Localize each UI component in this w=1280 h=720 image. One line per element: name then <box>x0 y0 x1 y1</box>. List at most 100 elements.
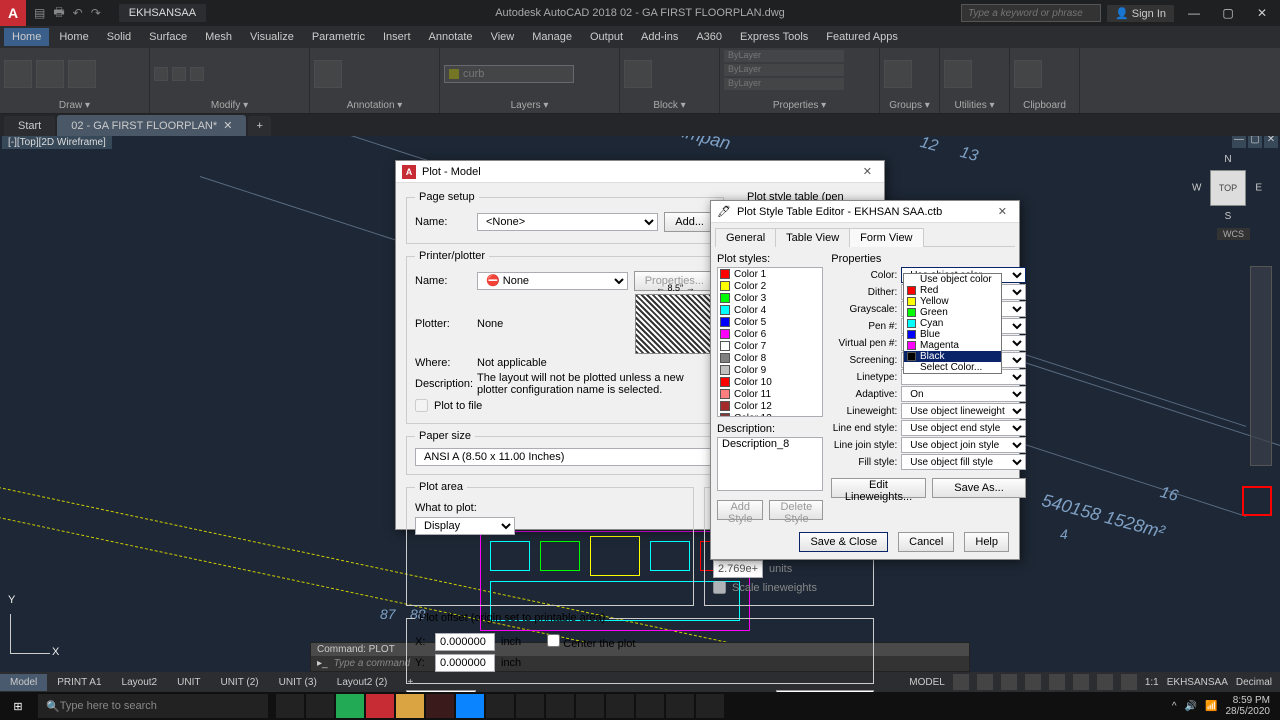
plot-style-item[interactable]: Color 8 <box>718 352 822 364</box>
ribbon-tab[interactable]: Surface <box>141 28 195 46</box>
status-units[interactable]: Decimal <box>1236 677 1272 688</box>
status-icon[interactable] <box>1073 674 1089 690</box>
close-button[interactable]: ✕ <box>1248 3 1276 23</box>
layout-tab[interactable]: PRINT A1 <box>47 674 111 691</box>
file-tab-add[interactable]: + <box>248 116 270 136</box>
signin-button[interactable]: 👤 Sign In <box>1107 5 1174 22</box>
color-option[interactable]: Red <box>904 285 1001 296</box>
save-close-button[interactable]: Save & Close <box>799 532 888 552</box>
ribbon-tab[interactable]: Manage <box>524 28 580 46</box>
color-option[interactable]: Magenta <box>904 340 1001 351</box>
color-option[interactable]: Black <box>904 351 1001 362</box>
ribbon-tab[interactable]: Visualize <box>242 28 302 46</box>
taskbar-app[interactable] <box>486 694 514 718</box>
plot-styles-list[interactable]: Color 1Color 2Color 3Color 4Color 5Color… <box>717 267 823 417</box>
center-plot-check[interactable] <box>547 634 560 647</box>
taskbar-app[interactable] <box>426 694 454 718</box>
color-option[interactable]: Cyan <box>904 318 1001 329</box>
taskbar-app[interactable] <box>306 694 334 718</box>
color-option[interactable]: Yellow <box>904 296 1001 307</box>
color-option[interactable]: Select Color... <box>904 362 1001 373</box>
plot-style-item[interactable]: Color 3 <box>718 292 822 304</box>
color-dropdown[interactable]: Use object colorRedYellowGreenCyanBlueMa… <box>903 273 1002 374</box>
plot-style-item[interactable]: Color 12 <box>718 400 822 412</box>
lineweight-select[interactable]: Use object lineweight <box>901 403 1026 419</box>
taskbar-app[interactable] <box>456 694 484 718</box>
tab-general[interactable]: General <box>715 228 776 247</box>
ribbon-panel-label[interactable]: Groups ▾ <box>884 98 935 113</box>
status-icon[interactable] <box>977 674 993 690</box>
status-icon[interactable] <box>1121 674 1137 690</box>
ribbon-tab[interactable]: Output <box>582 28 631 46</box>
minimize-button[interactable]: — <box>1180 3 1208 23</box>
qat-icon[interactable]: ↷ <box>91 6 101 20</box>
cancel-button[interactable]: Cancel <box>898 532 954 552</box>
taskbar-app[interactable] <box>546 694 574 718</box>
layout-tab[interactable]: UNIT (2) <box>210 674 268 691</box>
help-button[interactable]: Help <box>964 532 1009 552</box>
color-option[interactable]: Blue <box>904 329 1001 340</box>
ribbon-tab[interactable]: View <box>483 28 523 46</box>
status-layer[interactable]: EKHSANSAA <box>1167 677 1228 688</box>
add-button[interactable]: Add... <box>664 212 715 232</box>
ribbon-panel-label[interactable]: Annotation ▾ <box>314 98 435 113</box>
adaptive-select[interactable]: On <box>901 386 1026 402</box>
qat-icon[interactable]: ▤ <box>34 6 45 20</box>
plot-style-item[interactable]: Color 1 <box>718 268 822 280</box>
file-tab-start[interactable]: Start <box>4 116 55 136</box>
prop-lt[interactable]: ByLayer <box>724 78 844 90</box>
viewcube-w[interactable]: W <box>1192 183 1201 194</box>
ribbon-tab[interactable]: Parametric <box>304 28 373 46</box>
status-icon[interactable] <box>1097 674 1113 690</box>
ribbon-tab[interactable]: Featured Apps <box>818 28 906 46</box>
layout-tab[interactable]: Layout2 (2) <box>327 674 398 691</box>
color-option[interactable]: Green <box>904 307 1001 318</box>
page-setup-select[interactable]: <None> <box>477 213 658 231</box>
taskbar-app[interactable] <box>666 694 694 718</box>
taskbar-app[interactable] <box>606 694 634 718</box>
fill-style-select[interactable]: Use object fill style <box>901 454 1026 470</box>
qat-icon[interactable]: 🖶 <box>53 3 64 24</box>
ribbon-tab[interactable]: Annotate <box>421 28 481 46</box>
what-to-plot-select[interactable]: Display <box>415 517 515 535</box>
pse-title[interactable]: 🖊 Plot Style Table Editor - EKHSAN SAA.c… <box>711 201 1019 223</box>
viewcube[interactable]: N S E W TOP <box>1198 158 1258 218</box>
plot-style-item[interactable]: Color 4 <box>718 304 822 316</box>
paper-size-select[interactable]: ANSI A (8.50 x 11.00 Inches) <box>415 448 735 466</box>
tab-table-view[interactable]: Table View <box>775 228 850 247</box>
plotter-select[interactable]: ⛔ None <box>477 272 628 290</box>
taskbar-app[interactable] <box>576 694 604 718</box>
tab-form-view[interactable]: Form View <box>849 228 923 247</box>
description-input[interactable]: Description_8 <box>717 437 823 491</box>
ribbon-tab[interactable]: Mesh <box>197 28 240 46</box>
taskbar-app[interactable] <box>336 694 364 718</box>
status-model[interactable]: MODEL <box>909 677 945 688</box>
ribbon-panel-label[interactable]: Block ▾ <box>624 98 715 113</box>
start-button[interactable]: ⊞ <box>0 692 36 720</box>
status-icon[interactable] <box>1049 674 1065 690</box>
status-icon[interactable] <box>1001 674 1017 690</box>
ribbon-tab[interactable]: Insert <box>375 28 419 46</box>
offset-y[interactable] <box>435 654 495 672</box>
line-join-select[interactable]: Use object join style <box>901 437 1026 453</box>
line-end-select[interactable]: Use object end style <box>901 420 1026 436</box>
maximize-button[interactable]: ▢ <box>1214 3 1242 23</box>
ribbon-panel-label[interactable]: Clipboard <box>1014 98 1075 113</box>
layout-tab[interactable]: Model <box>0 674 47 691</box>
system-tray[interactable]: ^🔊📶 8:59 PM 28/5/2020 <box>1172 695 1280 717</box>
taskbar-app[interactable] <box>636 694 664 718</box>
layout-tab[interactable]: Layout2 <box>112 674 168 691</box>
taskbar-app[interactable] <box>396 694 424 718</box>
status-icon[interactable] <box>1025 674 1041 690</box>
help-search[interactable] <box>961 4 1101 22</box>
plot-style-item[interactable]: Color 9 <box>718 364 822 376</box>
viewcube-n[interactable]: N <box>1224 154 1231 165</box>
nav-bar[interactable] <box>1250 266 1272 466</box>
color-option[interactable]: Use object color <box>904 274 1001 285</box>
save-as-button[interactable]: Save As... <box>932 478 1027 498</box>
wcs-label[interactable]: WCS <box>1217 228 1250 240</box>
plot-style-item[interactable]: Color 11 <box>718 388 822 400</box>
plot-style-item[interactable]: Color 6 <box>718 328 822 340</box>
ribbon-panel-label[interactable]: Layers ▾ <box>444 98 615 113</box>
ribbon-panel-label[interactable]: Properties ▾ <box>724 98 875 113</box>
